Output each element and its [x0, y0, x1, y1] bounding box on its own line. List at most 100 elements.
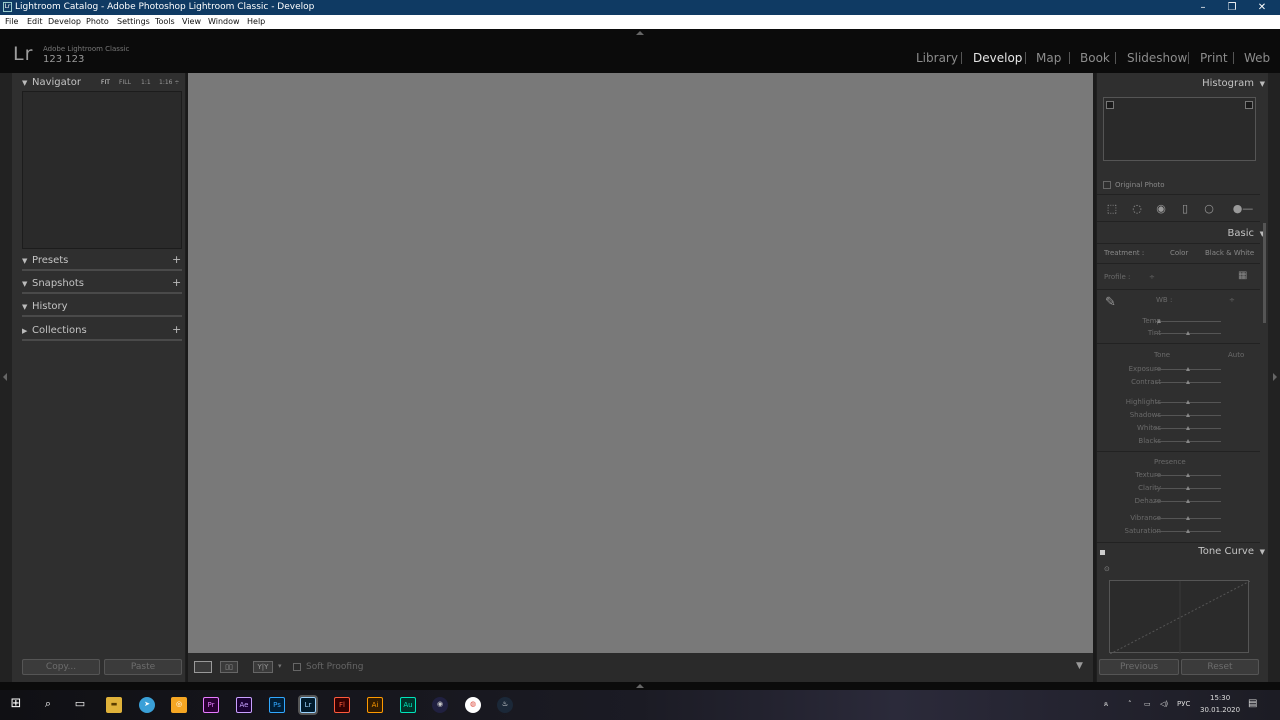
history-header[interactable]: ▼ History	[22, 301, 68, 312]
menu-window[interactable]: Window	[208, 15, 240, 29]
loupe-view-icon[interactable]	[194, 661, 212, 673]
copy-button[interactable]: Copy...	[22, 659, 100, 675]
clarity-knob[interactable]	[1186, 486, 1190, 490]
vibrance-knob[interactable]	[1186, 516, 1190, 520]
menu-settings[interactable]: Settings	[117, 15, 150, 29]
paste-button[interactable]: Paste	[104, 659, 182, 675]
flash-icon[interactable]: Fl	[334, 697, 350, 713]
clock-time[interactable]: 15:30	[1210, 694, 1230, 702]
image-canvas[interactable]	[188, 73, 1093, 653]
menu-view[interactable]: View	[182, 15, 201, 29]
navigator-preview[interactable]	[22, 91, 182, 249]
chrome-icon[interactable]: ◍	[465, 697, 481, 713]
telegram-icon[interactable]: ➤	[139, 697, 155, 713]
exposure-knob[interactable]	[1186, 367, 1190, 371]
steam-icon[interactable]: ♨	[497, 697, 513, 713]
tray-chevron-icon[interactable]: ˄	[1128, 700, 1132, 708]
app-icon[interactable]: ◎	[171, 697, 187, 713]
add-collection-icon[interactable]: +	[172, 323, 181, 336]
language-indicator[interactable]: РУС	[1177, 700, 1190, 708]
shadows-knob[interactable]	[1186, 413, 1190, 417]
notifications-icon[interactable]: ▤	[1248, 698, 1257, 709]
clock-date[interactable]: 30.01.2020	[1200, 706, 1240, 714]
crop-tool-icon[interactable]: ⬚	[1105, 202, 1119, 216]
lightroom-taskbar-icon[interactable]: Lr	[298, 695, 318, 715]
treatment-bw-option[interactable]: Black & White	[1205, 249, 1254, 257]
temp-slider[interactable]	[1155, 319, 1221, 323]
right-panel-toggle[interactable]	[1268, 73, 1280, 683]
menu-photo[interactable]: Photo	[86, 15, 109, 29]
menu-file[interactable]: File	[5, 15, 18, 29]
minimize-button[interactable]: –	[1193, 0, 1213, 15]
whites-knob[interactable]	[1186, 426, 1190, 430]
radial-filter-icon[interactable]: ○	[1202, 202, 1216, 216]
contrast-slider[interactable]	[1155, 380, 1221, 384]
blacks-knob[interactable]	[1186, 439, 1190, 443]
clarity-slider[interactable]	[1155, 486, 1221, 490]
app-circle-icon[interactable]: ◉	[432, 697, 448, 713]
module-web[interactable]: Web	[1244, 51, 1270, 65]
expand-filmstrip-icon[interactable]	[636, 684, 644, 688]
toolbar-menu-icon[interactable]: ▼	[1076, 661, 1083, 671]
texture-slider[interactable]	[1155, 473, 1221, 477]
people-icon[interactable]: ጰ	[1104, 700, 1108, 709]
profile-browser-icon[interactable]: ▦	[1238, 270, 1247, 281]
premiere-icon[interactable]: Pr	[203, 697, 219, 713]
contrast-knob[interactable]	[1186, 380, 1190, 384]
add-snapshot-icon[interactable]: +	[172, 276, 181, 289]
highlights-knob[interactable]	[1186, 400, 1190, 404]
nav-fill-option[interactable]: FILL	[119, 79, 131, 86]
volume-icon[interactable]: ◁)	[1160, 700, 1168, 708]
targeted-adjustment-icon[interactable]: ⊙	[1104, 565, 1110, 573]
original-photo-checkbox[interactable]	[1103, 181, 1111, 189]
menu-tools[interactable]: Tools	[155, 15, 175, 29]
network-icon[interactable]: ▭	[1144, 700, 1151, 708]
module-map[interactable]: Map	[1036, 51, 1061, 65]
illustrator-icon[interactable]: Ai	[367, 697, 383, 713]
search-icon[interactable]: ⌕	[40, 697, 56, 713]
expand-down-icon[interactable]: ▼	[1260, 80, 1265, 88]
temp-knob[interactable]	[1157, 319, 1161, 323]
module-develop[interactable]: Develop	[973, 51, 1022, 65]
red-eye-icon[interactable]: ◉	[1154, 202, 1168, 216]
vibrance-slider[interactable]	[1155, 516, 1221, 520]
menu-develop[interactable]: Develop	[48, 15, 81, 29]
maximize-button[interactable]: ❐	[1222, 0, 1242, 15]
highlights-slider[interactable]	[1155, 400, 1221, 404]
module-slideshow[interactable]: Slideshow	[1127, 51, 1187, 65]
photoshop-icon[interactable]: Ps	[269, 697, 285, 713]
nav-1to1-option[interactable]: 1:1	[141, 79, 151, 86]
texture-knob[interactable]	[1186, 473, 1190, 477]
adjustment-brush-icon[interactable]: ●—	[1229, 202, 1257, 216]
menu-edit[interactable]: Edit	[27, 15, 43, 29]
tone-curve-graph[interactable]	[1109, 580, 1251, 655]
tone-auto-button[interactable]: Auto	[1228, 351, 1244, 359]
shadow-clipping-icon[interactable]	[1106, 101, 1114, 109]
exposure-slider[interactable]	[1155, 367, 1221, 371]
treatment-color-option[interactable]: Color	[1170, 249, 1188, 257]
expand-down-icon[interactable]: ▼	[1260, 548, 1265, 556]
reset-button[interactable]: Reset	[1181, 659, 1259, 675]
wb-select[interactable]: ÷	[1229, 296, 1235, 304]
presets-header[interactable]: ▼ Presets	[22, 255, 68, 266]
after-effects-icon[interactable]: Ae	[236, 697, 252, 713]
wb-eyedropper-icon[interactable]: ✎	[1105, 295, 1116, 310]
panel-scrollbar[interactable]	[1263, 223, 1266, 323]
collapse-top-icon[interactable]	[636, 31, 644, 35]
chevron-down-icon[interactable]: ▾	[278, 662, 282, 670]
collapse-right-icon[interactable]	[1273, 373, 1277, 381]
collections-header[interactable]: ▶ Collections	[22, 325, 87, 336]
dehaze-knob[interactable]	[1186, 499, 1190, 503]
filmstrip-toggle-bar[interactable]	[0, 682, 1280, 690]
dehaze-slider[interactable]	[1155, 499, 1221, 503]
graduated-filter-icon[interactable]: ▯	[1178, 202, 1192, 216]
collapse-left-icon[interactable]	[3, 373, 7, 381]
navigator-header[interactable]: ▼ Navigator	[22, 77, 81, 88]
module-print[interactable]: Print	[1200, 51, 1228, 65]
soft-proofing-checkbox[interactable]	[293, 663, 301, 671]
snapshots-header[interactable]: ▼ Snapshots	[22, 278, 84, 289]
tint-slider[interactable]	[1155, 331, 1221, 335]
module-library[interactable]: Library	[916, 51, 958, 65]
whites-slider[interactable]	[1155, 426, 1221, 430]
saturation-knob[interactable]	[1186, 529, 1190, 533]
